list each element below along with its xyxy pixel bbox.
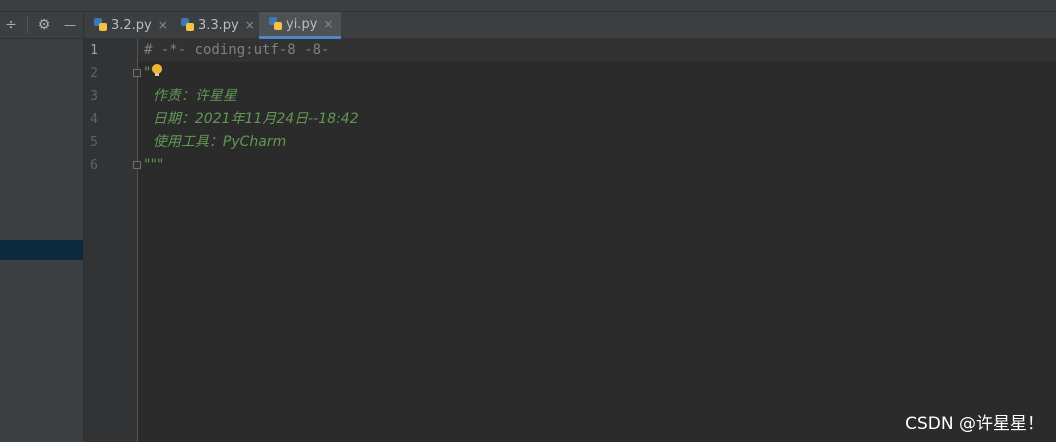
project-tree-selected-row[interactable]: [0, 240, 83, 260]
code-editor[interactable]: # -*- coding:utf-8 -8- """ 作责：许星星 日期：202…: [138, 39, 1056, 442]
tab-3-2-py[interactable]: 3.2.py ×: [94, 12, 168, 38]
line-number-gutter: 1 2 3 4 5 6: [84, 39, 141, 442]
code-line: 作责：许星星: [144, 88, 237, 104]
code-line: # -*- coding:utf-8 -8-: [144, 42, 330, 58]
close-icon[interactable]: ×: [245, 18, 255, 32]
line-number: 3: [90, 89, 98, 104]
lightbulb-icon[interactable]: [152, 64, 162, 76]
line-number: 2: [90, 66, 98, 81]
gear-icon[interactable]: ⚙: [35, 16, 53, 34]
window-top-bar: [0, 0, 1056, 12]
minimize-icon[interactable]: —: [61, 16, 79, 34]
code-line: 日期：2021年11月24日--18:42: [144, 111, 359, 127]
line-number: 4: [90, 112, 98, 127]
python-file-icon: [94, 18, 108, 32]
close-icon[interactable]: ×: [158, 18, 168, 32]
tab-label: yi.py: [286, 16, 318, 32]
code-line: 使用工具：PyCharm: [144, 134, 287, 150]
line-number: 1: [90, 43, 98, 58]
code-line: """: [144, 157, 164, 173]
editor-tab-bar: 3.2.py × 3.3.py × yi.py ×: [84, 12, 1056, 39]
tab-yi-py[interactable]: yi.py ×: [259, 12, 342, 39]
project-panel-toolbar: ÷ ⚙ —: [0, 12, 83, 39]
python-file-icon: [181, 18, 195, 32]
line-number: 6: [90, 158, 98, 173]
close-icon[interactable]: ×: [323, 17, 333, 31]
line-number: 5: [90, 135, 98, 150]
project-panel: ÷ ⚙ —: [0, 12, 84, 442]
toolbar-divider: [27, 17, 28, 33]
collapse-icon[interactable]: ÷: [2, 16, 20, 34]
python-file-icon: [269, 17, 283, 31]
tab-3-3-py[interactable]: 3.3.py ×: [181, 12, 255, 38]
tab-label: 3.3.py: [198, 17, 239, 33]
watermark: CSDN @许星星！: [905, 414, 1044, 434]
tab-label: 3.2.py: [111, 17, 152, 33]
